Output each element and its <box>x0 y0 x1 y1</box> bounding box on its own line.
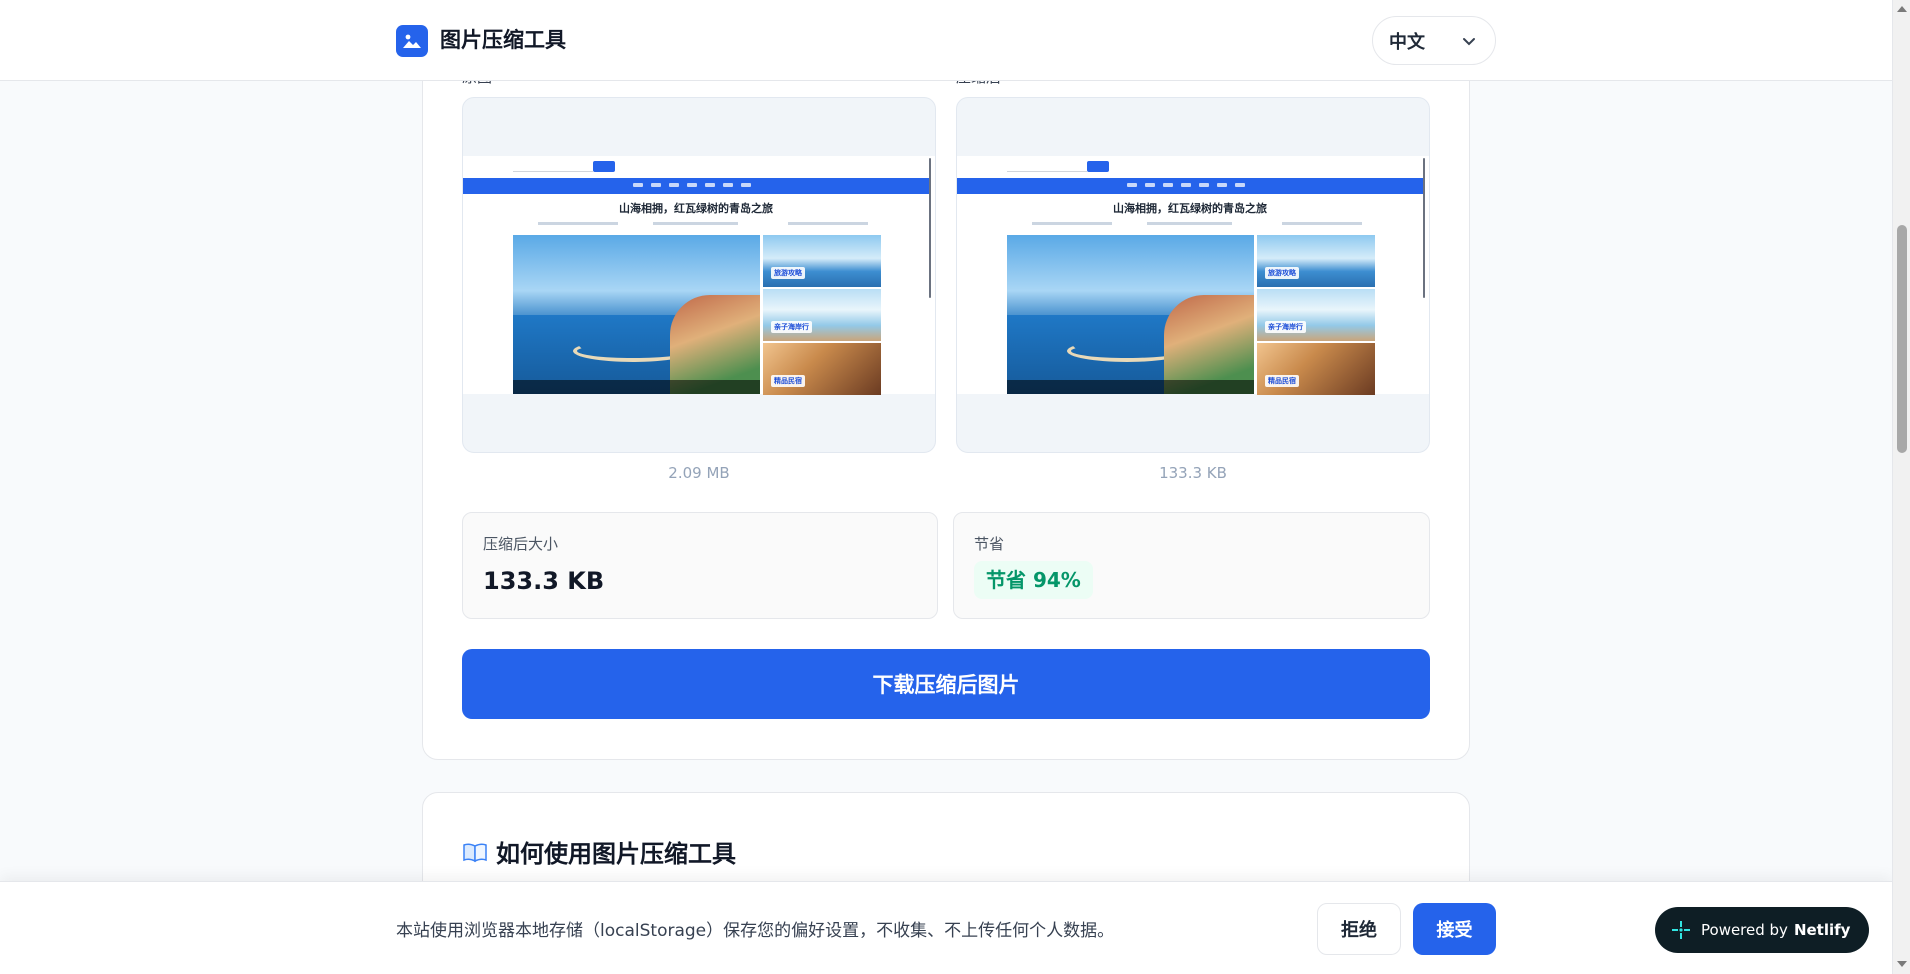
chevron-down-icon <box>1463 38 1475 46</box>
stat-value: 133.3 KB <box>483 567 605 595</box>
page-scrollbar[interactable] <box>1892 0 1910 974</box>
netlify-brand: Netlify <box>1793 921 1851 939</box>
scroll-down-icon[interactable] <box>1897 961 1907 967</box>
original-image-preview: 山海相拥，红瓦绿树的青岛之旅 旅游攻略 亲子海岸行 精品民宿 <box>462 97 936 453</box>
preview-image: 山海相拥，红瓦绿树的青岛之旅 旅游攻略 亲子海岸行 精品民宿 <box>463 156 935 395</box>
scroll-thumb[interactable] <box>1897 225 1907 453</box>
reject-button[interactable]: 拒绝 <box>1317 903 1401 955</box>
compressed-size-stat: 压缩后大小 133.3 KB <box>462 512 938 619</box>
cookie-consent-bar: 本站使用浏览器本地存储（localStorage）保存您的偏好设置，不收集、不上… <box>0 881 1892 974</box>
download-button[interactable]: 下载压缩后图片 <box>462 649 1430 719</box>
savings-badge: 节省 94% <box>974 561 1093 599</box>
language-select-value: 中文 <box>1389 31 1425 53</box>
compressed-image-preview: 山海相拥，红瓦绿树的青岛之旅 旅游攻略 亲子海岸行 精品民宿 <box>956 97 1430 453</box>
stat-label: 压缩后大小 <box>483 535 559 553</box>
scroll-up-icon[interactable] <box>1897 6 1907 12</box>
howto-title: 如何使用图片压缩工具 <box>462 834 736 869</box>
netlify-logo-icon <box>1672 921 1690 939</box>
preview-image: 山海相拥，红瓦绿树的青岛之旅 旅游攻略 亲子海岸行 精品民宿 <box>957 156 1429 395</box>
accept-button[interactable]: 接受 <box>1413 903 1496 955</box>
netlify-badge[interactable]: Powered by Netlify <box>1655 907 1869 953</box>
original-size-caption: 2.09 MB <box>668 464 730 482</box>
app-header: 图片压缩工具 中文 <box>0 0 1892 81</box>
image-icon <box>396 25 428 57</box>
app-title: 图片压缩工具 <box>440 28 566 52</box>
netlify-prefix: Powered by <box>1701 921 1788 939</box>
howto-title-text: 如何使用图片压缩工具 <box>496 840 736 868</box>
stat-label: 节省 <box>974 535 1005 553</box>
language-select[interactable]: 中文 <box>1372 16 1496 65</box>
cookie-message: 本站使用浏览器本地存储（localStorage）保存您的偏好设置，不收集、不上… <box>396 921 1115 941</box>
compressed-size-caption: 133.3 KB <box>1159 464 1227 482</box>
savings-stat: 节省 节省 94% <box>953 512 1430 619</box>
book-icon <box>463 842 487 862</box>
